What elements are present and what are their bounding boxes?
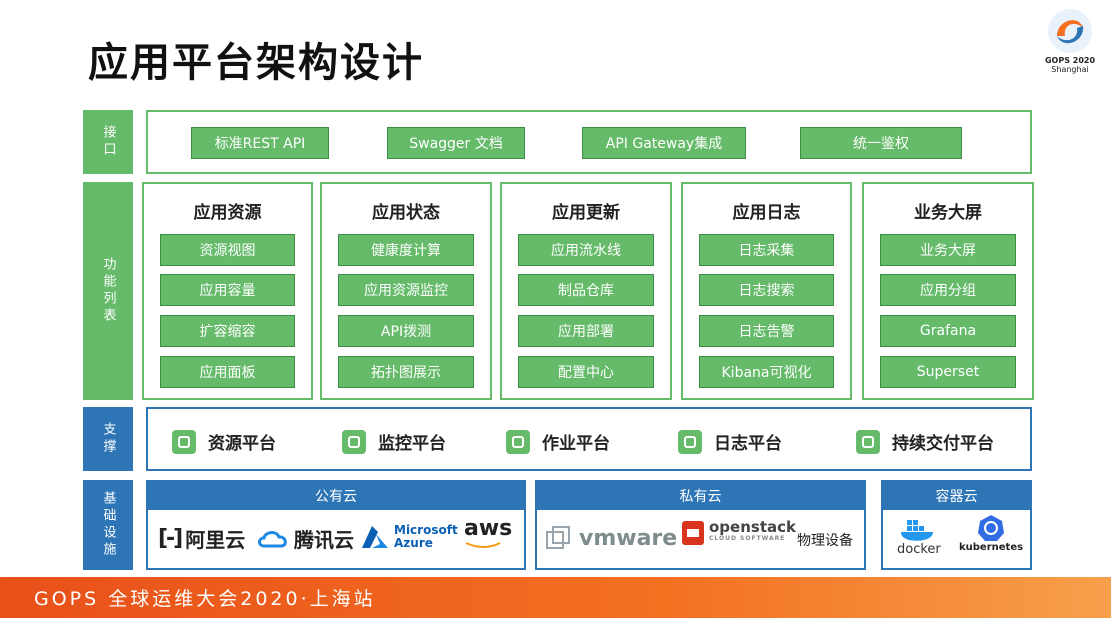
kubernetes-helm-icon	[978, 515, 1005, 541]
feature-item: 应用面板	[160, 356, 295, 388]
row-label-interface: 接口	[83, 110, 133, 174]
row-label-infra: 基础设施	[83, 480, 133, 570]
support-label: 监控平台	[378, 434, 446, 454]
row-label-support: 支撑	[83, 407, 133, 471]
docker-whale-icon	[900, 520, 933, 541]
support-label: 持续交付平台	[892, 434, 994, 454]
feature-item: 应用资源监控	[338, 274, 474, 306]
feature-item: 应用容量	[160, 274, 295, 306]
aws-logo: aws	[464, 516, 512, 549]
interface-item: 统一鉴权	[800, 127, 962, 159]
gops-logo: GOPS 2020 Shanghai	[1038, 6, 1102, 84]
document-search-icon	[506, 429, 530, 454]
feature-item: 日志搜索	[699, 274, 834, 306]
support-item: 作业平台	[506, 429, 610, 454]
monitor-chart-icon	[342, 429, 366, 454]
support-item: 资源平台	[172, 429, 276, 454]
public-cloud-header: 公有云	[148, 482, 524, 510]
feature-item: API拨测	[338, 315, 474, 347]
toggle-icon	[856, 429, 880, 454]
azure-logo: Microsoft Azure	[360, 524, 458, 550]
feature-item: 制品仓库	[518, 274, 654, 306]
row-label-features: 功能列表	[83, 182, 133, 400]
feature-column: 应用更新 应用流水线 制品仓库 应用部署 配置中心	[500, 182, 672, 400]
column-title: 应用日志	[732, 203, 801, 223]
openstack-icon	[682, 521, 704, 545]
feature-item: 配置中心	[518, 356, 654, 388]
physical-devices: 物理设备	[797, 533, 853, 549]
feature-item: 应用部署	[518, 315, 654, 347]
feature-item: 健康度计算	[338, 234, 474, 266]
cube-icon	[678, 429, 702, 454]
column-title: 应用更新	[552, 203, 620, 223]
container-cloud-panel: 容器云 docker kubernetes	[881, 480, 1032, 570]
private-cloud-header: 私有云	[537, 482, 864, 510]
column-title: 业务大屏	[914, 203, 982, 223]
interface-panel: 标准REST API Swagger 文档 API Gateway集成 统一鉴权	[146, 110, 1032, 174]
vmware-icon	[546, 526, 570, 549]
interface-item: API Gateway集成	[582, 127, 746, 159]
feature-item: Kibana可视化	[699, 356, 834, 388]
column-title: 应用状态	[372, 203, 440, 223]
aliyun-logo: [-] 阿里云	[158, 526, 246, 552]
feature-item: 应用分组	[880, 274, 1016, 306]
feature-item: 业务大屏	[880, 234, 1016, 266]
azure-icon	[362, 526, 388, 548]
support-item: 日志平台	[678, 429, 782, 454]
feature-item: 扩容缩容	[160, 315, 295, 347]
docker-logo: docker	[897, 516, 941, 557]
kubernetes-logo: kubernetes	[959, 514, 1023, 553]
aliyun-icon: [-]	[158, 526, 183, 551]
feature-column: 应用状态 健康度计算 应用资源监控 API拨测 拓扑图展示	[320, 182, 492, 400]
tencent-cloud-logo: 腾讯云	[256, 524, 354, 553]
support-item: 持续交付平台	[856, 429, 994, 454]
page-title: 应用平台架构设计	[88, 40, 424, 86]
column-title: 应用资源	[193, 203, 262, 223]
feature-item: Superset	[880, 356, 1016, 388]
aws-smile-icon	[465, 542, 501, 548]
feature-item: 资源视图	[160, 234, 295, 266]
logo-line2: Shanghai	[1051, 65, 1089, 74]
feature-item: 应用流水线	[518, 234, 654, 266]
interface-item: Swagger 文档	[387, 127, 525, 159]
pie-chart-icon	[172, 429, 196, 454]
logo-line1: GOPS 2020	[1044, 56, 1096, 65]
container-cloud-header: 容器云	[883, 482, 1030, 510]
openstack-logo: openstack CLOUD SOFTWARE	[681, 520, 796, 546]
feature-item: Grafana	[880, 315, 1016, 347]
public-cloud-panel: 公有云 [-] 阿里云 腾讯云 Microsoft Azure aws	[146, 480, 526, 570]
support-panel: 资源平台 监控平台 作业平台 日志平台 持续交付平台	[146, 407, 1032, 471]
footer-banner: GOPS 全球运维大会2020·上海站	[0, 577, 1111, 618]
support-label: 日志平台	[714, 434, 782, 454]
tencent-cloud-icon	[258, 530, 287, 547]
support-label: 资源平台	[208, 434, 276, 454]
gops-logo-icon	[1045, 6, 1095, 56]
private-cloud-panel: 私有云 vmware openstack CLOUD SOFTWARE 物理设备	[535, 480, 866, 570]
feature-item: 日志采集	[699, 234, 834, 266]
feature-column: 业务大屏 业务大屏 应用分组 Grafana Superset	[862, 182, 1034, 400]
feature-column: 应用资源 资源视图 应用容量 扩容缩容 应用面板	[142, 182, 313, 400]
interface-item: 标准REST API	[191, 127, 329, 159]
support-label: 作业平台	[542, 434, 610, 454]
vmware-logo: vmware	[545, 524, 677, 552]
support-item: 监控平台	[342, 429, 446, 454]
feature-item: 日志告警	[699, 315, 834, 347]
feature-column: 应用日志 日志采集 日志搜索 日志告警 Kibana可视化	[681, 182, 852, 400]
feature-item: 拓扑图展示	[338, 356, 474, 388]
